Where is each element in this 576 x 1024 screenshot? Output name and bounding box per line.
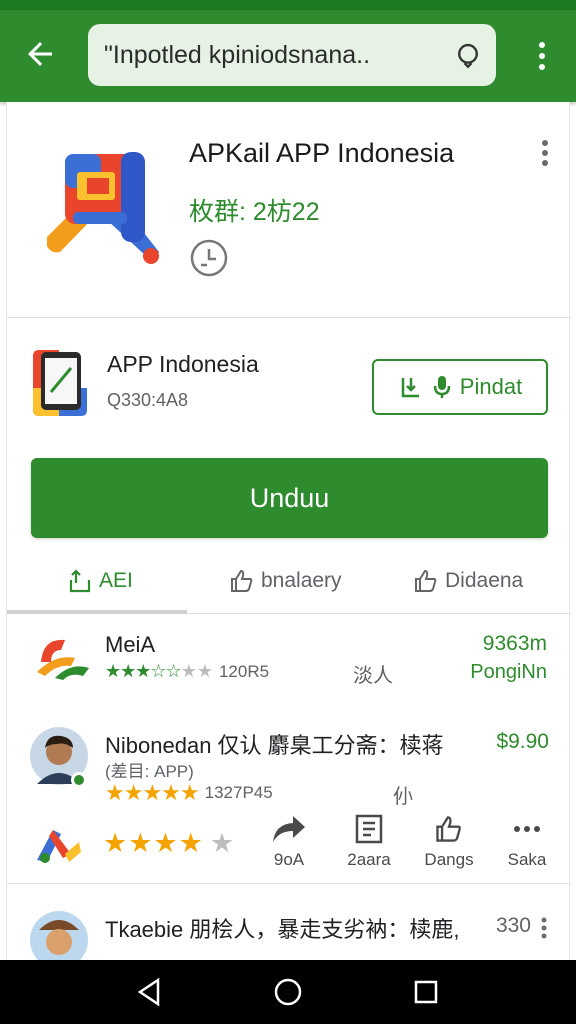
related-app-promo: APP Indonesia Q330:4A8 Pindat (7, 318, 571, 458)
avatar (30, 911, 88, 960)
avatar (30, 727, 88, 788)
action-label: 2aara (347, 850, 391, 869)
action-details[interactable]: 2aara (329, 814, 409, 878)
download-button-label: Unduu (249, 482, 330, 513)
download-icon (401, 378, 419, 398)
clock-icon (190, 239, 228, 277)
list-item[interactable]: Tkaebie 朋桧人，暴走支劣衲：椟鹿, 330 (7, 892, 571, 960)
app-logo-icon (37, 830, 81, 863)
action-label: 9oA (273, 850, 305, 869)
action-like[interactable]: Dangs (409, 814, 489, 878)
action-share[interactable]: 9oA (249, 814, 329, 878)
app-header-card: APKail APP Indonesia 枚群: 2枋22 (7, 102, 571, 318)
download-button[interactable]: Unduu (31, 458, 548, 538)
status-bar (0, 0, 576, 10)
app-logo-icon (37, 639, 89, 680)
document-icon (355, 814, 383, 844)
list-item-name: MeiA (105, 632, 156, 657)
rating-stars: ★★★★★ (105, 780, 200, 805)
action-more[interactable]: Saka (487, 814, 567, 878)
app-detail-page: APKail APP Indonesia 枚群: 2枋22 APP Indone… (6, 102, 571, 960)
rating-count: 1327P45 (204, 783, 273, 802)
search-icon[interactable] (454, 41, 482, 69)
home-circle-icon[interactable] (270, 974, 306, 1010)
tab-label: AEI (99, 569, 133, 592)
list-item-tag: 仦 (393, 786, 413, 808)
more-horiz-icon (514, 826, 540, 832)
list-item[interactable]: Nibonedan 仅认 麝臬工分斋：椟蒋 (差目: APP) ★★★★★ 13… (7, 704, 571, 884)
list-item-name: Tkaebie 朋桧人，暴走支劣衲：椟鹿, (105, 917, 460, 942)
install-button[interactable]: Pindat (372, 359, 548, 415)
promo-app-subtitle: Q330:4A8 (107, 390, 189, 410)
list-item[interactable]: MeiA ★★★☆☆★★ 120R5 淡人 9363m PongiNn (7, 614, 571, 704)
tab-all[interactable]: AEI (67, 548, 133, 614)
thumb-up-icon (415, 569, 437, 592)
action-label: Dangs (424, 850, 474, 869)
search-query-text: "Inpotled kpiniodsnana.. (104, 41, 371, 69)
list-item-rating: ★★★☆☆★★ 120R5 (105, 661, 269, 682)
arrow-left-icon (28, 42, 52, 66)
phone-app-icon (33, 350, 87, 416)
system-navigation-bar (0, 960, 576, 1024)
app-logo-icon (47, 152, 159, 264)
list-item-price-label: PongiNn (470, 661, 547, 683)
tab-label: bnalaery (261, 569, 342, 592)
rating-count: 120R5 (218, 661, 270, 681)
rating-stars: ★★★★ (103, 828, 204, 858)
list-item-rating: ★★★★★ 1327P45 (105, 780, 273, 806)
list-item-category: 淡人 (353, 665, 393, 687)
more-vert-icon[interactable] (539, 916, 549, 940)
tab-bar: AEI bnalaery Didaena (7, 548, 571, 614)
rating-stars: ★★★☆☆ (105, 661, 182, 681)
action-label: Saka (507, 850, 547, 869)
app-title: APKail APP Indonesia (189, 138, 455, 168)
install-button-label: Pindat (459, 374, 523, 399)
back-triangle-icon[interactable] (132, 974, 168, 1010)
list-item-category: (差目: APP) (105, 762, 194, 781)
list-item-name: Nibonedan 仅认 麝臬工分斋：椟蒋 (105, 733, 444, 758)
list-item-price: 330 (495, 914, 531, 937)
share-icon (69, 569, 91, 593)
tab-details[interactable]: Didaena (413, 548, 523, 614)
thumb-up-icon (436, 816, 461, 842)
list-item-price: 9363m (482, 632, 547, 655)
more-vert-icon (539, 42, 545, 70)
promo-app-title: APP Indonesia (107, 351, 259, 377)
app-subtitle: 枚群: 2枋22 (189, 198, 320, 226)
user-rating[interactable]: ★★★★ ★ (103, 828, 235, 859)
thumb-up-icon (231, 569, 253, 592)
rating-stars-empty: ★ (209, 828, 236, 858)
app-bar: "Inpotled kpiniodsnana.. (0, 10, 576, 102)
rating-stars-empty: ★★ (180, 661, 213, 681)
tab-label: Didaena (445, 569, 524, 592)
overflow-menu-button[interactable] (524, 34, 560, 78)
tab-reviews[interactable]: bnalaery (229, 548, 342, 614)
share-arrow-icon (273, 816, 305, 842)
more-vert-icon[interactable] (533, 138, 557, 168)
search-input[interactable]: "Inpotled kpiniodsnana.. (88, 24, 496, 86)
back-button[interactable] (18, 32, 62, 76)
mic-icon (433, 376, 451, 398)
recents-square-icon[interactable] (408, 974, 444, 1010)
list-item-price: $9.90 (496, 730, 549, 753)
